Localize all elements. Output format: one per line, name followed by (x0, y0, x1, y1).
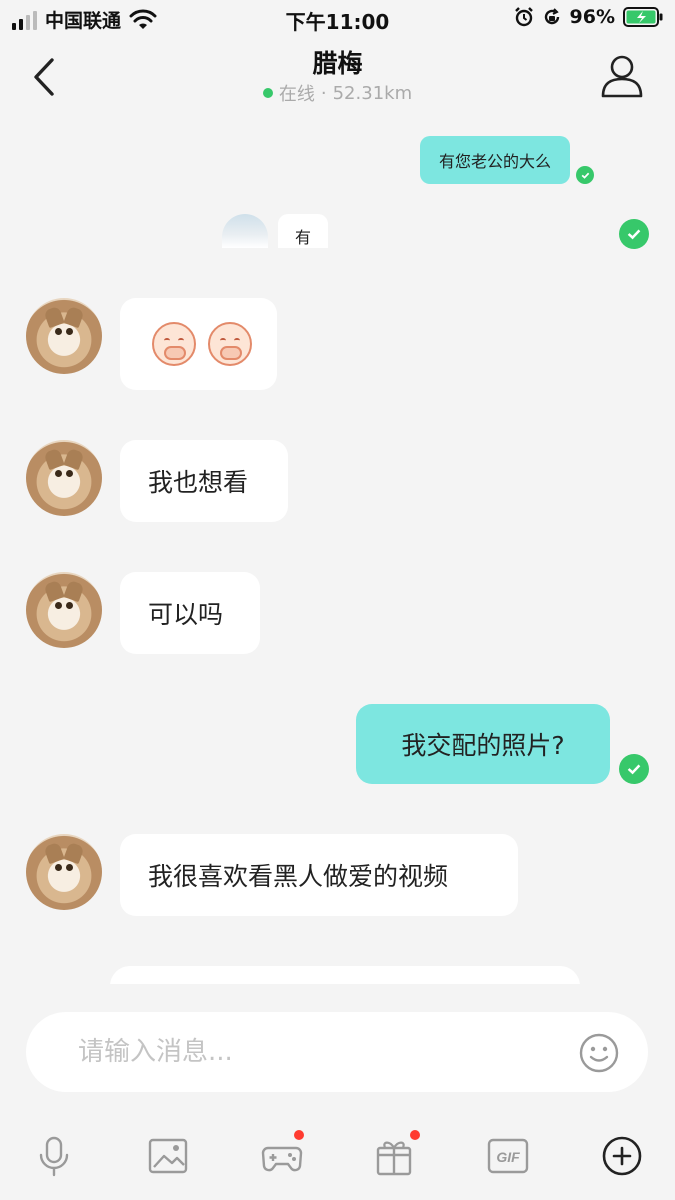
message-text: 我也想看 (148, 468, 249, 497)
message-text: 可以吗 (148, 600, 224, 629)
plus-circle-icon[interactable] (600, 1134, 644, 1178)
distance-text: 52.31km (332, 82, 413, 104)
gift-icon[interactable] (372, 1130, 420, 1178)
composer: GIF (0, 984, 675, 1200)
status-separator: · (320, 82, 327, 104)
message-incoming[interactable]: 可以吗 (120, 572, 260, 654)
read-check-icon (619, 219, 649, 249)
online-indicator-icon (262, 88, 273, 98)
message-text: 我交配的照片? (401, 731, 565, 760)
battery-icon (623, 7, 663, 27)
gif-icon[interactable]: GIF (486, 1134, 530, 1178)
contact-avatar[interactable] (26, 440, 102, 516)
notification-badge (410, 1130, 420, 1140)
rotation-lock-icon (544, 8, 559, 25)
contact-status: 在线 · 52.31km (0, 80, 675, 106)
covering-mouth-emoji-icon (152, 322, 196, 366)
read-check-icon (576, 166, 594, 184)
message-partial[interactable] (110, 966, 580, 984)
avatar-quoted (222, 214, 268, 248)
message-input[interactable] (26, 1012, 648, 1092)
message-text: 我很喜欢看黑人做爱的视频 (148, 862, 449, 891)
composer-toolbar: GIF (0, 1128, 675, 1188)
notification-badge (294, 1130, 304, 1140)
message-text: 有 (294, 228, 311, 247)
emoji-button-icon[interactable] (578, 1032, 620, 1074)
message-outgoing[interactable]: 有您老公的大么 (420, 136, 570, 184)
online-status-text: 在线 (278, 84, 315, 105)
message-outgoing[interactable]: 我交配的照片? (356, 704, 610, 784)
message-incoming[interactable]: 我很喜欢看黑人做爱的视频 (120, 834, 518, 916)
read-check-icon (619, 754, 649, 784)
contact-avatar[interactable] (26, 572, 102, 648)
status-right: 96% (514, 6, 663, 28)
image-icon[interactable] (146, 1134, 190, 1178)
status-bar: 中国联通 下午11:00 96% (0, 0, 675, 36)
message-incoming-quoted[interactable]: 有 (278, 214, 328, 248)
microphone-icon[interactable] (32, 1134, 76, 1178)
message-incoming[interactable]: 我也想看 (120, 440, 288, 522)
profile-icon[interactable] (599, 52, 645, 98)
contact-avatar[interactable] (26, 298, 102, 374)
message-list[interactable]: 有您老公的大么 有 我也想看 可以吗 我交配的照片? 我很喜欢看黑人做爱的视频 (0, 120, 675, 984)
gif-label: GIF (496, 1149, 520, 1165)
contact-name: 腊梅 (312, 49, 363, 78)
message-text: 有您老公的大么 (438, 152, 551, 171)
alarm-icon (514, 7, 533, 27)
chat-header: 腊梅 在线 · 52.31km (0, 36, 675, 120)
contact-avatar[interactable] (26, 834, 102, 910)
battery-percent: 96% (569, 6, 615, 28)
covering-mouth-emoji-icon (208, 322, 252, 366)
message-incoming-emoji[interactable] (120, 298, 277, 390)
game-controller-icon[interactable] (260, 1130, 304, 1178)
